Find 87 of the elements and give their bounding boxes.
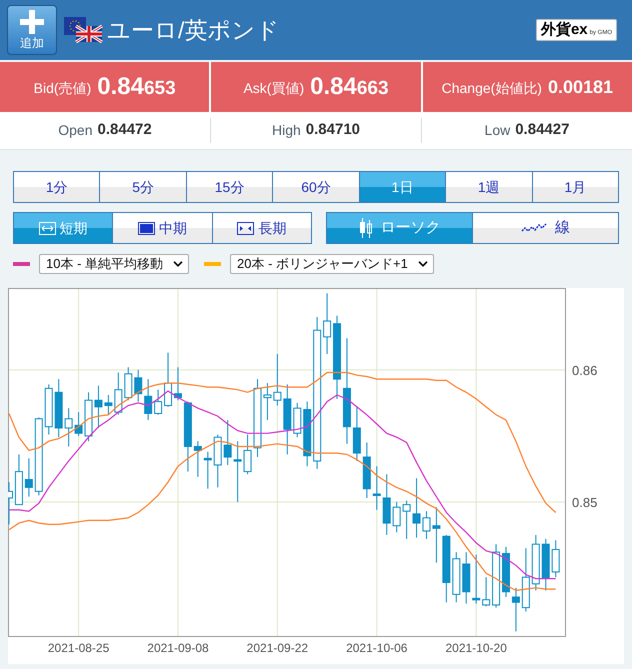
- line-chart-icon: [521, 223, 547, 233]
- candlestick: [214, 434, 222, 488]
- candlestick: [492, 544, 500, 608]
- candlestick: [8, 482, 13, 525]
- collapse-arrows-icon: [237, 222, 254, 234]
- quote-value: 0.84663: [310, 72, 389, 102]
- candlestick: [402, 500, 411, 540]
- candlestick: [323, 292, 332, 355]
- candlestick: [522, 548, 530, 612]
- filled-square-icon: [138, 222, 155, 234]
- candlestick: [382, 474, 391, 536]
- candlestick: [134, 369, 142, 402]
- candlestick: [362, 442, 371, 498]
- expand-arrows-icon: [38, 222, 56, 234]
- stat-value: 0.84427: [515, 120, 570, 140]
- candlestick: [293, 402, 302, 438]
- candlestick: [84, 392, 93, 442]
- candlestick: [283, 384, 292, 455]
- candlestick: [104, 394, 112, 416]
- candlestick: [432, 506, 440, 564]
- axis-label: 0.85: [572, 494, 598, 510]
- quote-label: Ask(買値): [243, 79, 304, 98]
- tab[interactable]: 5分: [100, 172, 187, 202]
- candlestick: [552, 540, 560, 578]
- candlestick: [24, 458, 33, 498]
- currency-pair-title: ユーロ/英ポンド: [107, 16, 280, 45]
- candlestick: [442, 534, 450, 603]
- candlestick: [14, 454, 23, 506]
- candlestick: [263, 382, 272, 421]
- add-button[interactable]: 追加: [7, 5, 57, 55]
- candlestick: [194, 440, 202, 478]
- stat-label: Low: [484, 121, 510, 140]
- tab[interactable]: 1週: [446, 172, 533, 202]
- stat-label: High: [272, 121, 301, 140]
- plus-icon: [20, 10, 44, 34]
- candlestick: [273, 354, 282, 406]
- stat-value: 0.84472: [98, 120, 152, 140]
- candlestick: [512, 587, 520, 632]
- axis-label: 2021-09-22: [246, 641, 308, 655]
- axis-label: 2021-10-20: [445, 641, 507, 655]
- candlestick: [502, 546, 510, 598]
- quote-value: 0.00181: [548, 76, 614, 98]
- tab[interactable]: 15分: [186, 172, 274, 202]
- axis-label: 0.86: [572, 362, 598, 378]
- candlestick: [244, 434, 252, 475]
- candlestick: [352, 406, 361, 462]
- candlestick: [94, 385, 102, 428]
- flags-icon: [64, 17, 104, 43]
- candlestick: [124, 366, 132, 401]
- axis-label: 2021-09-08: [147, 641, 209, 655]
- quote-value: 0.84653: [97, 72, 176, 102]
- candlestick: [462, 552, 470, 604]
- candlestick: [74, 412, 83, 436]
- quote-label: Change(始値比): [442, 79, 542, 98]
- candlestick: [184, 401, 192, 472]
- quote-label: Bid(売値): [34, 79, 92, 98]
- indicator-dropdown[interactable]: 20本 - ボリンジャーバンド+1: [230, 254, 434, 274]
- candlestick-icon: [358, 218, 372, 238]
- axis-label: 2021-10-06: [346, 641, 408, 655]
- candlestick: [372, 466, 381, 510]
- tab[interactable]: 1月: [532, 172, 618, 202]
- candlestick: [44, 384, 53, 436]
- candlestick: [64, 408, 73, 447]
- indicator-dropdown[interactable]: 10本 - 単純平均移動: [39, 254, 190, 274]
- candlestick: [452, 552, 460, 603]
- axis-label: 2021-08-25: [48, 641, 110, 655]
- candlestick: [204, 451, 212, 490]
- candlestick: [144, 378, 152, 421]
- candlestick: [482, 576, 490, 607]
- stat-label: Open: [58, 121, 92, 140]
- tab[interactable]: 長期: [212, 213, 311, 243]
- candlestick: [114, 372, 122, 416]
- tab[interactable]: 1分: [14, 172, 100, 202]
- candlestick: [542, 538, 550, 591]
- tab[interactable]: 線: [473, 213, 618, 243]
- candlestick: [392, 501, 401, 533]
- tab[interactable]: 中期: [113, 213, 213, 243]
- tab[interactable]: 60分: [273, 172, 360, 202]
- candlestick: [224, 420, 232, 466]
- candlestick: [54, 378, 63, 438]
- candlestick: [532, 534, 540, 591]
- logo-text: 外貨ex: [540, 22, 588, 37]
- candlestick: [472, 554, 480, 604]
- candlestick: [234, 440, 242, 502]
- candlestick: [303, 401, 312, 467]
- candlestick: [154, 389, 162, 416]
- stat-value: 0.84710: [306, 120, 360, 140]
